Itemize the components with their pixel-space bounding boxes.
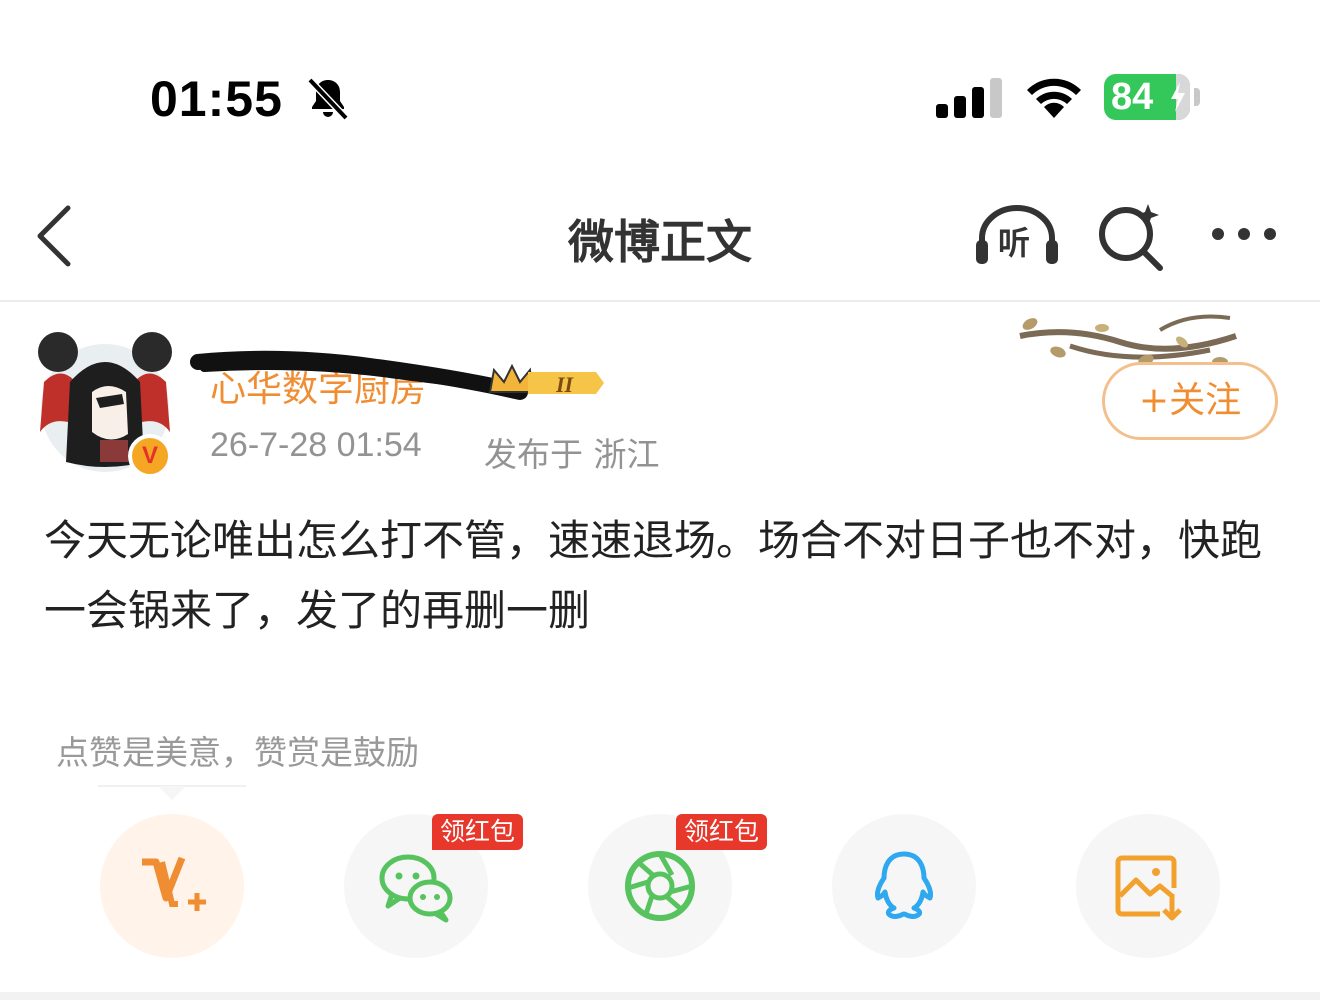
- back-icon[interactable]: [32, 204, 76, 268]
- wechat-icon: [379, 854, 453, 923]
- share-qq-button[interactable]: [832, 814, 976, 958]
- save-image-icon: [1115, 855, 1182, 921]
- reward-hint: 点赞是美意，赞赏是鼓励: [56, 733, 419, 772]
- charging-bolt-icon: [1171, 82, 1185, 112]
- member-crown-badge: II: [488, 363, 604, 397]
- listen-label: 听: [998, 224, 1031, 262]
- reward-button[interactable]: [100, 814, 244, 958]
- bottom-edge: [0, 992, 1320, 1000]
- redaction-scribble: [190, 350, 528, 400]
- qq-icon: [875, 851, 933, 920]
- verified-badge: V: [128, 434, 172, 478]
- page-title: 微博正文: [568, 215, 752, 269]
- follow-button[interactable]: +关注: [1102, 362, 1278, 440]
- red-packet-tag: 领红包: [676, 814, 768, 850]
- cellular-signal-icon: [936, 78, 1002, 118]
- ai-search-icon[interactable]: [1096, 200, 1166, 272]
- red-packet-tag: 领红包: [432, 814, 524, 850]
- more-icon[interactable]: [1208, 222, 1280, 246]
- battery-percent: 84: [1111, 76, 1154, 118]
- hint-pointer: [98, 785, 246, 800]
- battery-indicator: 84: [1104, 74, 1202, 120]
- post-text: 今天无论唯出怎么打不管，速速退场。场合不对日子也不对，快跑一会锅来了，发了的再删…: [44, 516, 1263, 635]
- reward-v-plus-icon: [142, 856, 206, 911]
- bell-muted-icon: [307, 77, 349, 121]
- moments-icon: [625, 851, 695, 921]
- post-timestamp: 26-7-28 01:54: [210, 426, 422, 464]
- status-time: 01:55: [150, 71, 283, 127]
- post-location: 发布于 浙江: [484, 435, 660, 474]
- level-badge-text: II: [555, 372, 575, 397]
- wifi-icon: [1027, 78, 1081, 118]
- save-image-button[interactable]: [1076, 814, 1220, 958]
- header-divider: [0, 300, 1320, 302]
